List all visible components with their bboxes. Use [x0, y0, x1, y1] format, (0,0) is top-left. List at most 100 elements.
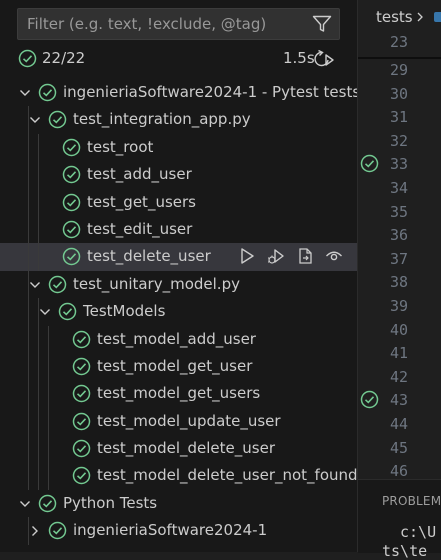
- tree-item-test-root[interactable]: test_root: [0, 133, 357, 162]
- chevron-down-icon[interactable]: [28, 278, 42, 292]
- tree-item-test-model-update-user[interactable]: test_model_update_user: [0, 407, 357, 436]
- terminal-line: c:\U: [400, 523, 437, 541]
- passed-icon: [62, 138, 81, 157]
- test-tree: ingenieriaSoftware2024-1 - Pytest tests t…: [0, 79, 357, 545]
- debug-test-icon[interactable]: [267, 247, 285, 265]
- line-number: 46: [390, 462, 409, 481]
- tree-item-test-model-get-user[interactable]: test_model_get_user: [0, 352, 357, 381]
- run-test-icon[interactable]: [238, 247, 256, 265]
- tree-item-label: Python Tests: [63, 493, 158, 512]
- tree-item-label: test_get_users: [87, 192, 196, 211]
- filter-icon[interactable]: [312, 15, 332, 33]
- tree-item-ingenieriasoftware2024-1[interactable]: ingenieriaSoftware2024-1: [0, 517, 357, 545]
- passed-icon: [62, 165, 81, 184]
- tree-item-test-delete-user[interactable]: test_delete_user: [0, 243, 357, 271]
- indent-guide: [48, 380, 49, 408]
- line-number: 41: [390, 344, 409, 363]
- passed-icon: [48, 111, 67, 129]
- tree-item-label: ingenieriaSoftware2024-1: [73, 521, 268, 540]
- passed-icon: [72, 467, 91, 485]
- tree-item-label: test_integration_app.py: [73, 110, 251, 129]
- chevron-down-icon[interactable]: [38, 305, 52, 319]
- sticky-scroll-shadow: [358, 57, 441, 59]
- line-number: 39: [390, 297, 409, 315]
- tree-item-label: test_unitary_model.py: [73, 274, 240, 293]
- tab-problems[interactable]: PROBLEM: [382, 494, 441, 508]
- indent-guide: [48, 462, 49, 490]
- tree-item-test-model-delete-user[interactable]: test_model_delete_user: [0, 435, 357, 463]
- line-number: 35: [390, 202, 409, 221]
- line-number: 32: [390, 131, 409, 150]
- row-actions: [238, 247, 343, 267]
- tree-item-test-edit-user[interactable]: test_edit_user: [0, 215, 357, 244]
- line-number: 37: [390, 249, 409, 268]
- go-to-test-icon[interactable]: [296, 247, 314, 265]
- indent-guide: [38, 462, 39, 490]
- tree-item-label: test_add_user: [87, 165, 192, 184]
- tree-item-test-get-users[interactable]: test_get_users: [0, 188, 357, 216]
- line-number: 36: [390, 226, 409, 245]
- tree-item-label: test_model_delete_user_not_found: [97, 466, 357, 485]
- indent-guide: [38, 407, 39, 436]
- tree-item-test-model-get-users[interactable]: test_model_get_users: [0, 380, 357, 408]
- tree-item-label: test_model_delete_user: [97, 439, 275, 458]
- passed-count: 22/22: [42, 49, 86, 67]
- chevron-right-icon[interactable]: [28, 524, 42, 538]
- test-summary: 22/22 1.5s: [0, 46, 357, 72]
- indent-guide: [28, 325, 29, 353]
- line-number: 43: [390, 391, 409, 410]
- tree-item-test-integration-app-py[interactable]: test_integration_app.py: [0, 106, 357, 134]
- editor-area: tests 23 29 30 31 32 33 34 35 36 37 38 39 40 41 42 43 4…: [358, 0, 441, 552]
- run-duration: 1.5s: [283, 49, 315, 67]
- tree-item-testmodels[interactable]: TestModels: [0, 298, 357, 326]
- tree-item-label: test_model_update_user: [97, 411, 281, 430]
- line-number: 44: [390, 415, 409, 433]
- passed-icon: [72, 330, 91, 348]
- indent-guide: [48, 352, 49, 381]
- passed-icon: [72, 357, 91, 376]
- line-number: 45: [390, 438, 409, 457]
- indent-guide: [38, 380, 39, 408]
- line-number: 30: [390, 84, 409, 103]
- indent-guide: [28, 215, 29, 244]
- test-passed-gutter-icon[interactable]: [360, 390, 379, 409]
- tree-item-test-model-delete-user-not-found[interactable]: test_model_delete_user_not_found: [0, 462, 357, 490]
- indent-guide: [38, 325, 39, 353]
- breadcrumb[interactable]: tests: [376, 8, 413, 26]
- passed-icon: [72, 385, 91, 403]
- passed-icon: [62, 220, 81, 239]
- chevron-down-icon[interactable]: [18, 497, 32, 511]
- passed-icon: [48, 522, 67, 540]
- indent-guide: [38, 188, 39, 216]
- tree-item-ingenieriasoftware2024-1-pytest-tests[interactable]: ingenieriaSoftware2024-1 - Pytest tests: [0, 79, 357, 106]
- line-number: 38: [390, 273, 409, 292]
- line-number: 42: [390, 367, 409, 386]
- filter-input[interactable]: Filter (e.g. text, !exclude, @tag): [17, 8, 340, 40]
- watch-test-icon[interactable]: [325, 247, 343, 265]
- tree-item-test-add-user[interactable]: test_add_user: [0, 161, 357, 189]
- indent-guide: [28, 407, 29, 436]
- passed-icon: [38, 494, 57, 513]
- tree-item-label: TestModels: [83, 302, 166, 321]
- chevron-down-icon[interactable]: [18, 86, 32, 100]
- line-number: 40: [390, 320, 409, 339]
- tree-item-python-tests[interactable]: Python Tests: [0, 490, 357, 517]
- bottom-panel: PROBLEM c:\U ts\te: [358, 479, 441, 560]
- rerun-icon[interactable]: [313, 49, 335, 69]
- chevron-down-icon[interactable]: [28, 113, 42, 127]
- tree-item-label: test_edit_user: [87, 219, 193, 238]
- indent-guide: [38, 352, 39, 381]
- passed-summary-icon: [18, 49, 37, 68]
- passed-icon: [58, 302, 77, 321]
- indent-guide: [38, 243, 39, 271]
- passed-icon: [48, 275, 67, 293]
- indent-guide: [48, 435, 49, 463]
- indent-guide: [28, 435, 29, 463]
- tree-item-test-model-add-user[interactable]: test_model_add_user: [0, 325, 357, 353]
- indent-guide: [48, 325, 49, 353]
- python-file-icon: [434, 12, 441, 22]
- terminal-line: ts\te: [382, 542, 428, 560]
- tree-item-test-unitary-model-py[interactable]: test_unitary_model.py: [0, 270, 357, 299]
- test-passed-gutter-icon[interactable]: [360, 154, 379, 173]
- indent-guide: [28, 188, 29, 216]
